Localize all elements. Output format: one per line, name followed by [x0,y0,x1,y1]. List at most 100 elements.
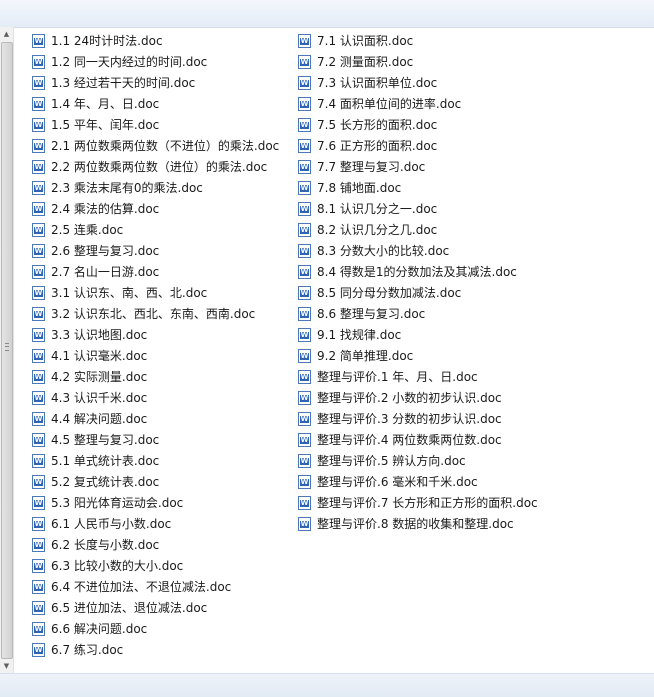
file-item[interactable]: 4.1 认识毫米.doc [32,345,279,366]
file-item[interactable]: 2.7 名山一日游.doc [32,261,279,282]
word-document-icon [298,327,311,342]
file-item[interactable]: 6.2 长度与小数.doc [32,534,279,555]
file-item[interactable]: 4.5 整理与复习.doc [32,429,279,450]
file-name: 8.5 同分母分数加减法.doc [317,286,462,300]
file-item[interactable]: 6.7 练习.doc [32,639,279,660]
word-document-icon [298,264,311,279]
word-document-icon [298,432,311,447]
scrollbar-thumb[interactable] [1,42,13,659]
file-item[interactable]: 8.1 认识几分之一.doc [298,198,538,219]
file-name: 2.6 整理与复习.doc [51,244,160,258]
file-item[interactable]: 整理与评价.1 年、月、日.doc [298,366,538,387]
word-document-icon [32,390,45,405]
file-item[interactable]: 6.5 进位加法、退位减法.doc [32,597,279,618]
file-item[interactable]: 2.1 两位数乘两位数（不进位）的乘法.doc [32,135,279,156]
file-name: 4.1 认识毫米.doc [51,349,148,363]
file-item[interactable]: 1.4 年、月、日.doc [32,93,279,114]
file-item[interactable]: 整理与评价.5 辨认方向.doc [298,450,538,471]
file-item[interactable]: 9.1 找规律.doc [298,324,538,345]
file-item[interactable]: 整理与评价.3 分数的初步认识.doc [298,408,538,429]
file-name: 1.1 24时计时法.doc [51,34,163,48]
file-name: 8.6 整理与复习.doc [317,307,426,321]
file-name: 整理与评价.5 辨认方向.doc [317,454,466,468]
file-name: 7.7 整理与复习.doc [317,160,426,174]
file-item[interactable]: 8.4 得数是1的分数加法及其减法.doc [298,261,538,282]
file-item[interactable]: 5.3 阳光体育运动会.doc [32,492,279,513]
file-item[interactable]: 5.1 单式统计表.doc [32,450,279,471]
file-name: 2.4 乘法的估算.doc [51,202,160,216]
word-document-icon [32,96,45,111]
word-document-icon [298,54,311,69]
word-document-icon [32,54,45,69]
file-item[interactable]: 7.8 铺地面.doc [298,177,538,198]
scroll-down-arrow-icon[interactable]: ▼ [0,659,13,673]
word-document-icon [298,474,311,489]
file-item[interactable]: 整理与评价.8 数据的收集和整理.doc [298,513,538,534]
file-item[interactable]: 1.3 经过若干天的时间.doc [32,72,279,93]
file-item[interactable]: 整理与评价.4 两位数乘两位数.doc [298,429,538,450]
word-document-icon [32,579,45,594]
word-document-icon [32,642,45,657]
word-document-icon [32,180,45,195]
file-item[interactable]: 6.6 解决问题.doc [32,618,279,639]
file-name: 7.2 测量面积.doc [317,55,414,69]
scroll-up-arrow-icon[interactable]: ▲ [0,27,13,41]
file-item[interactable]: 8.6 整理与复习.doc [298,303,538,324]
file-item[interactable]: 7.3 认识面积单位.doc [298,72,538,93]
word-document-icon [298,453,311,468]
file-name: 6.4 不进位加法、不退位减法.doc [51,580,232,594]
file-item[interactable]: 2.6 整理与复习.doc [32,240,279,261]
file-item[interactable]: 1.2 同一天内经过的时间.doc [32,51,279,72]
file-item[interactable]: 7.1 认识面积.doc [298,30,538,51]
file-name: 整理与评价.7 长方形和正方形的面积.doc [317,496,538,510]
file-item[interactable]: 7.6 正方形的面积.doc [298,135,538,156]
file-item[interactable]: 4.2 实际测量.doc [32,366,279,387]
file-item[interactable]: 3.1 认识东、南、西、北.doc [32,282,279,303]
file-item[interactable]: 整理与评价.6 毫米和千米.doc [298,471,538,492]
file-name: 2.5 连乘.doc [51,223,124,237]
vertical-scrollbar[interactable]: ▲ ▼ [0,27,14,673]
file-name: 2.3 乘法末尾有0的乘法.doc [51,181,203,195]
word-document-icon [32,495,45,510]
file-item[interactable]: 6.1 人民币与小数.doc [32,513,279,534]
file-name: 4.4 解决问题.doc [51,412,148,426]
file-item[interactable]: 9.2 简单推理.doc [298,345,538,366]
file-item[interactable]: 7.2 测量面积.doc [298,51,538,72]
word-document-icon [32,264,45,279]
file-item[interactable]: 8.5 同分母分数加减法.doc [298,282,538,303]
file-name: 整理与评价.1 年、月、日.doc [317,370,478,384]
file-item[interactable]: 5.2 复式统计表.doc [32,471,279,492]
file-item[interactable]: 6.4 不进位加法、不退位减法.doc [32,576,279,597]
word-document-icon [298,306,311,321]
file-item[interactable]: 4.4 解决问题.doc [32,408,279,429]
file-item[interactable]: 2.4 乘法的估算.doc [32,198,279,219]
file-item[interactable]: 2.3 乘法末尾有0的乘法.doc [32,177,279,198]
file-item[interactable]: 7.4 面积单位间的进率.doc [298,93,538,114]
file-item[interactable]: 7.5 长方形的面积.doc [298,114,538,135]
file-name: 6.5 进位加法、退位减法.doc [51,601,208,615]
word-document-icon [32,285,45,300]
file-item[interactable]: 2.5 连乘.doc [32,219,279,240]
file-name: 5.2 复式统计表.doc [51,475,160,489]
file-item[interactable]: 4.3 认识千米.doc [32,387,279,408]
file-item[interactable]: 6.3 比较小数的大小.doc [32,555,279,576]
file-item[interactable]: 1.5 平年、闰年.doc [32,114,279,135]
file-item[interactable]: 3.3 认识地图.doc [32,324,279,345]
word-document-icon [298,96,311,111]
file-item[interactable]: 整理与评价.7 长方形和正方形的面积.doc [298,492,538,513]
word-document-icon [32,474,45,489]
file-item[interactable]: 3.2 认识东北、西北、东南、西南.doc [32,303,279,324]
word-document-icon [32,201,45,216]
file-item[interactable]: 8.3 分数大小的比较.doc [298,240,538,261]
file-list-column-2: 7.1 认识面积.doc 7.2 测量面积.doc 7.3 认识面积单位.doc 7.… [298,30,538,534]
word-document-icon [32,558,45,573]
file-item[interactable]: 8.2 认识几分之几.doc [298,219,538,240]
top-toolbar [0,0,654,28]
file-item[interactable]: 7.7 整理与复习.doc [298,156,538,177]
file-item[interactable]: 整理与评价.2 小数的初步认识.doc [298,387,538,408]
file-name: 9.2 简单推理.doc [317,349,414,363]
word-document-icon [32,222,45,237]
file-name: 2.2 两位数乘两位数（进位）的乘法.doc [51,160,268,174]
file-item[interactable]: 2.2 两位数乘两位数（进位）的乘法.doc [32,156,279,177]
file-item[interactable]: 1.1 24时计时法.doc [32,30,279,51]
